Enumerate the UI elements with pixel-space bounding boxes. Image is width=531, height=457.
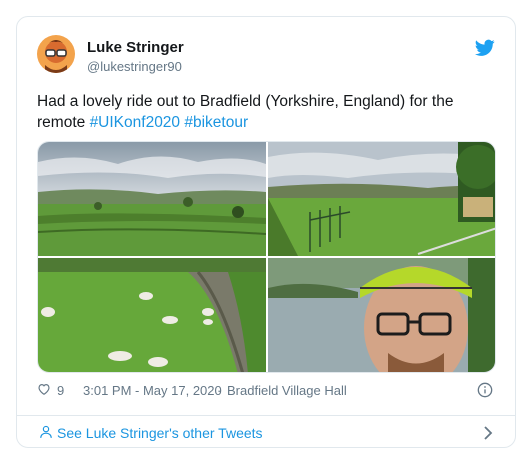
other-tweets-label[interactable]: See Luke Stringer's other Tweets (57, 425, 263, 441)
heart-icon[interactable] (37, 382, 51, 396)
photo-sheep-field[interactable] (38, 258, 266, 372)
tweet-location[interactable]: Bradfield Village Hall (227, 383, 347, 398)
tweet-meta: 9 3:01 PM - May 17, 2020 · Bradfield Vil… (37, 382, 495, 402)
author-avatar[interactable] (37, 35, 75, 73)
person-icon (39, 425, 53, 439)
photo-selfie-reservoir[interactable] (268, 258, 495, 372)
media-grid (37, 141, 496, 373)
other-tweets-link[interactable]: See Luke Stringer's other Tweets (17, 415, 515, 447)
hashtag-uikonf2020[interactable]: #UIKonf2020 (90, 114, 181, 131)
tweet-text: Had a lovely ride out to Bradfield (York… (37, 91, 497, 133)
like-count[interactable]: 9 (57, 383, 64, 398)
twitter-bird-icon[interactable] (474, 39, 495, 57)
hashtag-biketour[interactable]: #biketour (184, 114, 248, 131)
tweet-timestamp[interactable]: 3:01 PM - May 17, 2020 (83, 383, 222, 398)
info-icon[interactable] (477, 382, 493, 398)
chevron-right-icon[interactable] (483, 426, 493, 440)
tweet-header: Luke Stringer @lukestringer90 (37, 35, 497, 75)
meta-separator: · (217, 383, 222, 398)
photo-field-fence[interactable] (268, 142, 495, 256)
author-name[interactable]: Luke Stringer (87, 39, 184, 56)
author-handle[interactable]: @lukestringer90 (87, 59, 182, 74)
tweet-card[interactable]: Luke Stringer @lukestringer90 Had a love… (16, 16, 516, 448)
photo-valley-landscape[interactable] (38, 142, 266, 256)
